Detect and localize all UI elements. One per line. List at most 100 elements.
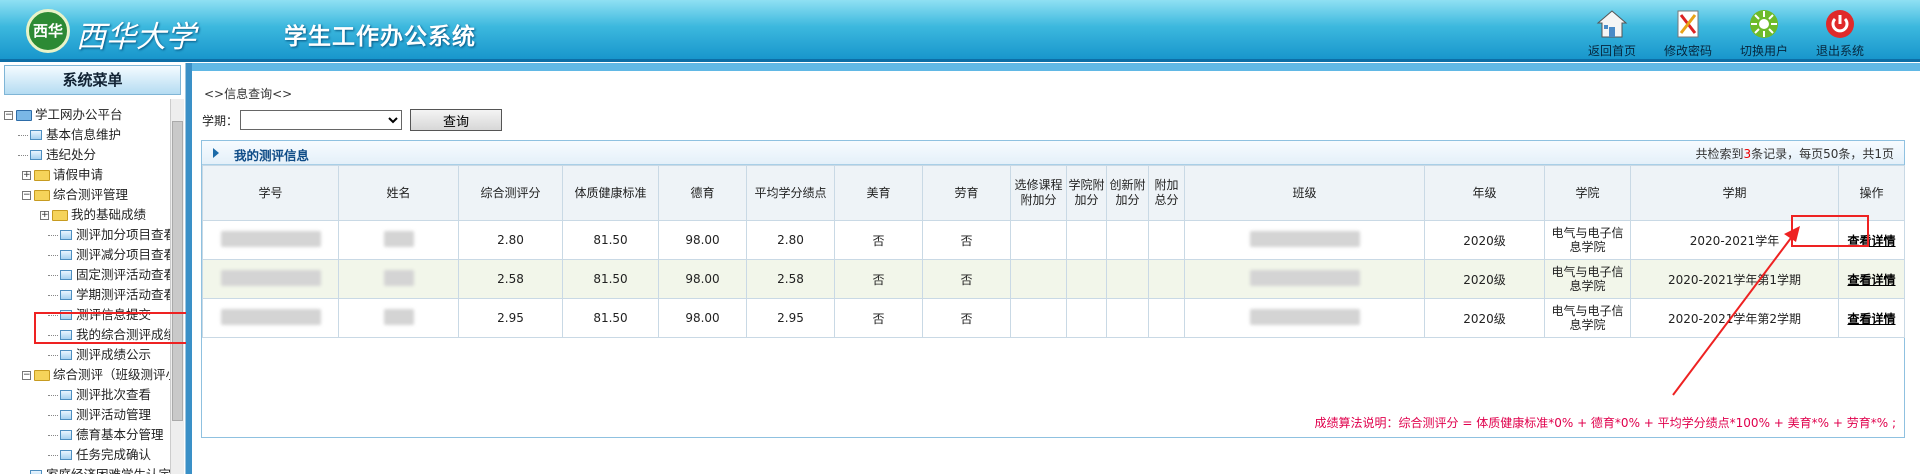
view-details-link[interactable]: 查看详情 (1847, 273, 1895, 287)
redacted-value (1249, 269, 1360, 286)
tree-item-bonus[interactable]: 测评加分项目查看 (48, 225, 170, 245)
tree-item-term-activity[interactable]: 学期测评活动查看 (48, 285, 170, 305)
switch-user-button[interactable]: 切换用户 (1728, 8, 1800, 59)
col-grade[interactable]: 年级 (1424, 165, 1545, 221)
system-title: 学生工作办公系统 (284, 24, 476, 50)
col-gpa[interactable]: 平均学分绩点 (746, 165, 835, 221)
redacted-value (220, 230, 321, 247)
tree-line (18, 134, 28, 136)
cell-grade: 2020级 (1424, 220, 1545, 260)
cell-class (1184, 220, 1425, 260)
collapse-icon[interactable]: − (22, 370, 31, 380)
collapse-icon[interactable]: − (22, 190, 31, 200)
change-password-button[interactable]: 修改密码 (1652, 8, 1724, 59)
password-icon (1677, 10, 1699, 38)
home-button[interactable]: 返回首页 (1576, 8, 1648, 59)
scrollbar-thumb[interactable] (172, 121, 183, 421)
col-score[interactable]: 综合测评分 (458, 165, 563, 221)
col-art[interactable]: 美育 (834, 165, 923, 221)
redacted-value (220, 308, 321, 325)
tree-item-publicity[interactable]: 测评成绩公示 (48, 345, 151, 365)
sidebar-scrollbar[interactable] (170, 99, 184, 474)
cell-gpa: 2.95 (746, 298, 835, 338)
col-total-bonus[interactable]: 附加总分 (1148, 165, 1185, 221)
cell-labor: 否 (922, 298, 1011, 338)
page-icon (60, 270, 72, 280)
logout-button[interactable]: 退出系统 (1804, 8, 1876, 59)
term-select[interactable] (240, 110, 403, 130)
page-icon (60, 450, 72, 460)
col-term[interactable]: 学期 (1630, 165, 1839, 221)
tree-line (48, 354, 58, 356)
col-elective-bonus[interactable]: 选修课程附加分 (1010, 165, 1067, 221)
tree-item-batch[interactable]: 测评批次查看 (48, 385, 151, 405)
switch-user-icon (1750, 10, 1778, 38)
folder-icon (34, 189, 50, 201)
cell-name (338, 259, 459, 299)
cell-elective-bonus (1010, 259, 1067, 299)
tree-item-leave[interactable]: + 请假申请 (22, 165, 103, 185)
cell-college-bonus (1066, 259, 1107, 299)
col-college[interactable]: 学院 (1544, 165, 1631, 221)
query-button[interactable]: 查询 (410, 109, 503, 131)
page-icon (60, 350, 72, 360)
page-icon (60, 430, 72, 440)
col-labor[interactable]: 劳育 (922, 165, 1011, 221)
cell-score: 2.58 (458, 259, 563, 299)
tree-root[interactable]: − 学工网办公平台 (4, 105, 123, 125)
cell-innovation-bonus (1106, 220, 1149, 260)
cell-health: 81.50 (562, 259, 659, 299)
tree-line (48, 254, 58, 256)
tree-line (48, 274, 58, 276)
switch-user-label: 切换用户 (1739, 44, 1788, 58)
redacted-value (383, 269, 414, 286)
network-icon (16, 109, 32, 121)
cell-college: 电气与电子信息学院 (1544, 220, 1631, 260)
tree-line (48, 454, 58, 456)
col-health[interactable]: 体质健康标准 (562, 165, 659, 221)
tree-item-class-evaluation[interactable]: −综合测评（班级测评小组） (22, 365, 170, 385)
col-innovation-bonus[interactable]: 创新附加分 (1106, 165, 1149, 221)
change-password-label: 修改密码 (1663, 44, 1712, 58)
tree-item-moral-base[interactable]: 德育基本分管理 (48, 425, 164, 445)
tree-item-financial-aid[interactable]: 家庭经济困难学生认定 (18, 465, 170, 474)
tree-item-fixed-activity[interactable]: 固定测评活动查看 (48, 265, 170, 285)
logout-label: 退出系统 (1815, 44, 1864, 58)
tree-item-evaluation-mgmt[interactable]: − 综合测评管理 (22, 185, 128, 205)
expand-icon[interactable]: + (22, 170, 31, 180)
cell-elective-bonus (1010, 298, 1067, 338)
col-student-id[interactable]: 学号 (202, 165, 339, 221)
cell-class (1184, 298, 1425, 338)
col-college-bonus[interactable]: 学院附加分 (1066, 165, 1107, 221)
app-header: 西华 西华大学 学生工作办公系统 返回首页 修改密码 切换用户 退出系统 (0, 0, 1920, 62)
university-name: 西华大学 (76, 20, 196, 55)
col-name[interactable]: 姓名 (338, 165, 459, 221)
expand-icon[interactable]: + (40, 210, 49, 220)
query-row: 学期： 查询 (202, 109, 503, 131)
tree-item-deduction[interactable]: 测评减分项目查看 (48, 245, 170, 265)
view-details-link[interactable]: 查看详情 (1847, 312, 1895, 326)
tree-item-basic-info[interactable]: 基本信息维护 (18, 125, 121, 145)
cell-innovation-bonus (1106, 298, 1149, 338)
record-count: 共检索到3条记录，每页50条，共1页 (1695, 147, 1894, 161)
col-class[interactable]: 班级 (1184, 165, 1425, 221)
cell-name (338, 298, 459, 338)
tree-item-basic-score[interactable]: + 我的基础成绩 (40, 205, 146, 225)
cell-labor: 否 (922, 259, 1011, 299)
university-logo: 西华 (26, 9, 70, 53)
tree-line (48, 234, 58, 236)
page-icon (30, 150, 42, 160)
tree-item-task-confirm[interactable]: 任务完成确认 (48, 445, 151, 465)
cell-student-id (202, 298, 339, 338)
tree-line (18, 154, 28, 156)
panel-header: 我的测评信息 共检索到3条记录，每页50条，共1页 (202, 141, 1904, 165)
tree-item-activity-mgmt[interactable]: 测评活动管理 (48, 405, 151, 425)
cell-student-id (202, 259, 339, 299)
tree-item-discipline[interactable]: 违纪处分 (18, 145, 96, 165)
redacted-value (1249, 308, 1360, 325)
table-header-row: 学号 姓名 综合测评分 体质健康标准 德育 平均学分绩点 美育 劳育 选修课程附… (202, 165, 1905, 221)
sidebar: 系统菜单 − 学工网办公平台 基本信息维护 违纪处分 + 请假申请 − 综合测评管理 … (0, 63, 186, 474)
collapse-icon[interactable]: − (4, 110, 13, 120)
col-moral[interactable]: 德育 (658, 165, 747, 221)
term-label: 学期： (202, 113, 239, 128)
